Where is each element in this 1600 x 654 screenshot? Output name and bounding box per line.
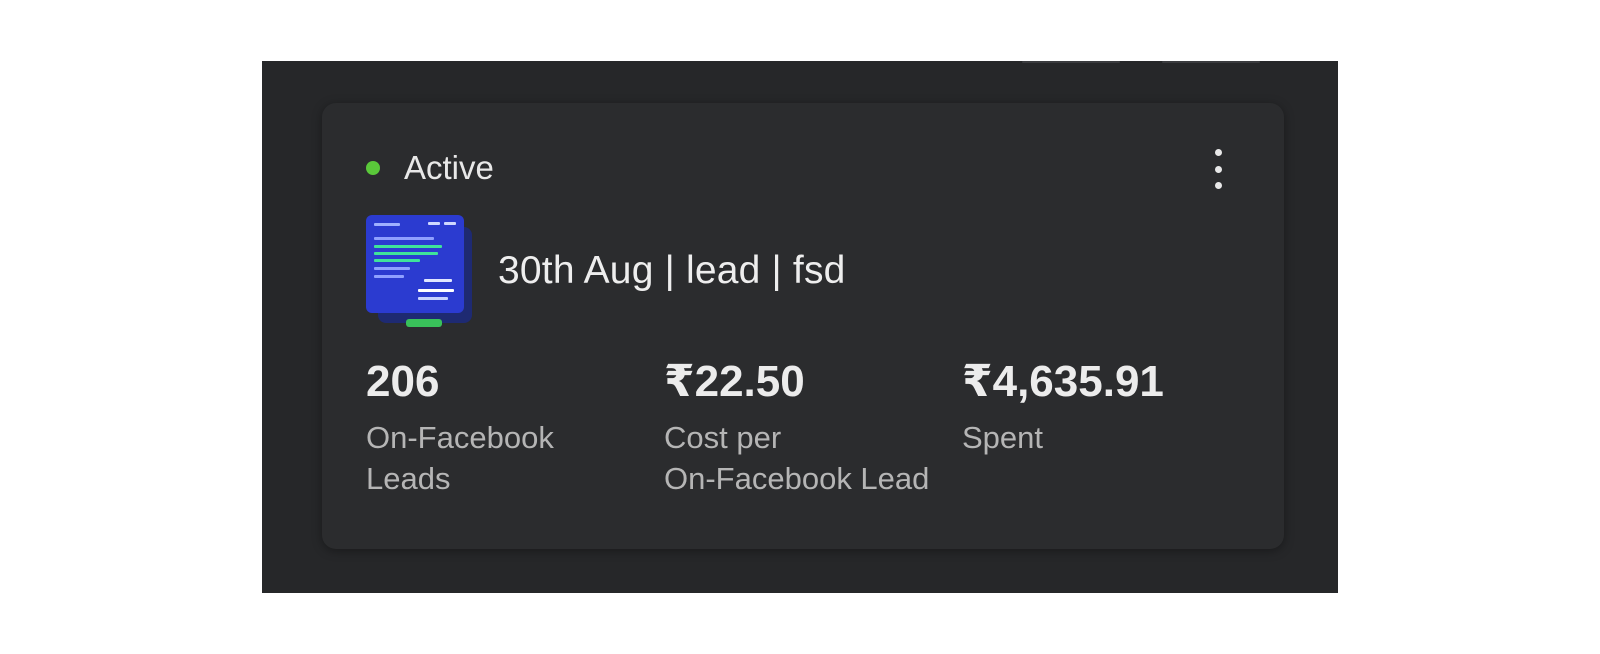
status-indicator-dot bbox=[366, 161, 380, 175]
app-screen: Active 30th Aug | lead | fsd 206 On-Face… bbox=[262, 61, 1338, 593]
campaign-header[interactable]: 30th Aug | lead | fsd bbox=[366, 215, 846, 327]
metric-value: ₹22.50 bbox=[664, 357, 805, 406]
metric-spent: ₹4,635.91 Spent bbox=[962, 357, 1164, 458]
ad-creative-thumbnail bbox=[366, 215, 476, 327]
metric-value: ₹4,635.91 bbox=[962, 357, 1164, 406]
top-edge-divider bbox=[1022, 61, 1120, 63]
more-options-button[interactable] bbox=[1206, 149, 1230, 189]
more-vertical-icon bbox=[1214, 149, 1222, 156]
metric-leads: 206 On-Facebook Leads bbox=[366, 357, 554, 499]
campaign-title: 30th Aug | lead | fsd bbox=[498, 249, 846, 292]
campaign-card[interactable]: Active 30th Aug | lead | fsd 206 On-Face… bbox=[322, 103, 1284, 549]
metric-label: Cost per On-Facebook Lead bbox=[664, 420, 930, 496]
metric-label: Spent bbox=[962, 420, 1044, 455]
top-edge-divider bbox=[1162, 61, 1260, 63]
metric-label: On-Facebook Leads bbox=[366, 420, 554, 496]
metric-cost-per-lead: ₹22.50 Cost per On-Facebook Lead bbox=[664, 357, 929, 499]
status-row: Active bbox=[366, 149, 494, 187]
status-label: Active bbox=[404, 149, 494, 186]
metric-value: 206 bbox=[366, 357, 440, 406]
